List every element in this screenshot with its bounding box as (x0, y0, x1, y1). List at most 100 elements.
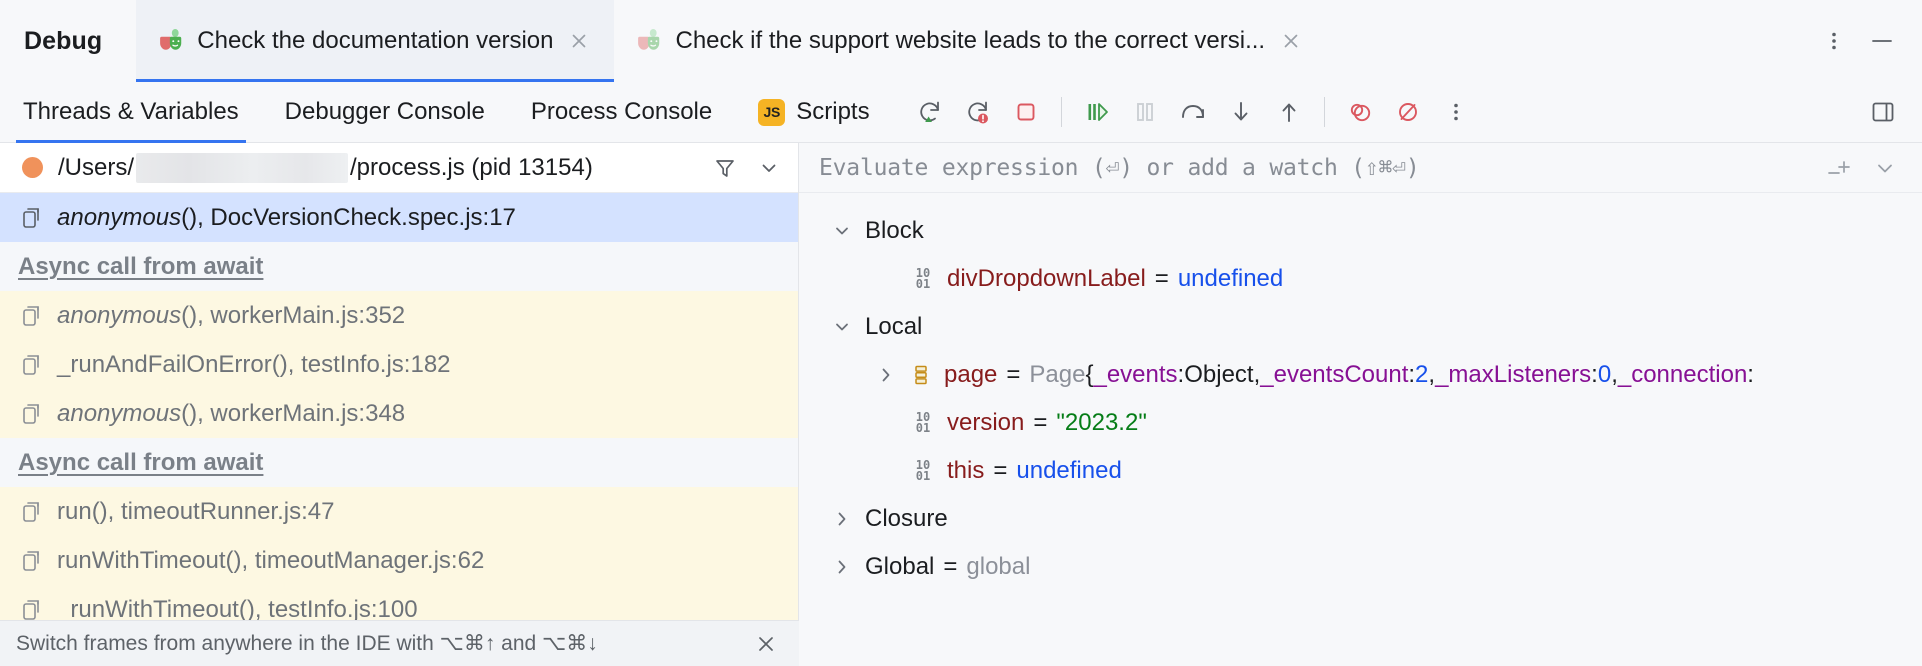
equals-sign: = (993, 457, 1007, 485)
frame-function: anonymous (57, 204, 181, 232)
variables-scope-local[interactable]: Local (799, 303, 1922, 351)
stack-frame-icon (20, 353, 44, 377)
tab-check-if-the-support-website-leads-to-the-correct-version[interactable]: Check if the support website leads to th… (614, 0, 1326, 82)
add-watch-icon[interactable] (1818, 147, 1860, 189)
hint-text: Switch frames from anywhere in the IDE w… (16, 631, 598, 656)
scope-label: Global (865, 553, 934, 581)
stack-frame-icon (20, 500, 44, 524)
frame-row[interactable]: runWithTimeout(), timeoutManager.js:62 (0, 536, 798, 585)
tab-threads-and-variables[interactable]: Threads & Variables (0, 82, 262, 143)
frame-row[interactable]: _runAndFailOnError(), testInfo.js:182 (0, 340, 798, 389)
frame-call: () (226, 547, 242, 575)
close-icon[interactable] (566, 28, 592, 54)
playwright-masks-icon (158, 28, 184, 54)
more-vertical-icon[interactable] (1433, 89, 1479, 135)
toolbar-separator (1061, 97, 1062, 127)
variables-tree[interactable]: Block 1001 divDropdownLabel = undefined … (799, 193, 1922, 666)
frame-row[interactable]: anonymous(), workerMain.js:348 (0, 389, 798, 438)
tab-debugger-console[interactable]: Debugger Console (262, 82, 508, 143)
variable-row-page[interactable]: page = Page {_events: Object, _eventsCou… (799, 351, 1922, 399)
frame-row[interactable]: anonymous(), DocVersionCheck.spec.js:17 (0, 193, 798, 242)
evaluate-expression-row[interactable]: Evaluate expression (⏎) or add a watch (… (799, 143, 1922, 193)
binary-value-icon: 1001 (909, 460, 937, 482)
variables-scope-global[interactable]: Global = global (799, 543, 1922, 591)
step-over-icon[interactable] (1170, 89, 1216, 135)
async-call-separator[interactable]: Async call from await (0, 438, 798, 487)
debug-action-buttons (907, 89, 1479, 135)
frame-function: anonymous (57, 400, 181, 428)
playwright-masks-icon (636, 28, 662, 54)
stop-icon[interactable] (1003, 89, 1049, 135)
binary-value-icon: 1001 (909, 268, 937, 290)
binary-value-icon: 1001 (909, 412, 937, 434)
async-call-label: Async call from await (18, 253, 263, 281)
variables-scope-closure[interactable]: Closure (799, 495, 1922, 543)
chevron-down-icon[interactable] (827, 216, 857, 246)
thread-selector[interactable]: /Users/ /process.js (pid 13154) (0, 143, 798, 193)
chevron-right-icon[interactable] (827, 552, 857, 582)
variable-value-part: : (1408, 361, 1415, 389)
variables-scope-block[interactable]: Block (799, 207, 1922, 255)
variable-row-version[interactable]: 1001 version = "2023.2" (799, 399, 1922, 447)
frame-location: , timeoutManager.js:62 (241, 547, 484, 575)
more-vertical-icon[interactable] (1812, 19, 1856, 63)
variable-name: page (944, 361, 997, 389)
variable-value-part: 0 (1598, 361, 1611, 389)
redacted-path-segment (136, 153, 348, 183)
frame-function: runWithTimeout (57, 547, 226, 575)
scope-label: Block (865, 217, 924, 245)
rerun-failed-icon[interactable] (955, 89, 1001, 135)
tab-scripts[interactable]: JS Scripts (735, 82, 892, 143)
mute-breakpoints-icon[interactable] (1337, 89, 1383, 135)
view-breakpoints-icon[interactable] (1385, 89, 1431, 135)
variable-value-part: _maxListeners (1435, 361, 1591, 389)
variable-value-part: : (1591, 361, 1598, 389)
variable-row-divdropdownlabel[interactable]: 1001 divDropdownLabel = undefined (799, 255, 1922, 303)
chevron-right-icon[interactable] (871, 360, 901, 390)
rerun-icon[interactable] (907, 89, 953, 135)
tab-label: Check if the support website leads to th… (675, 27, 1265, 55)
close-icon[interactable] (1278, 28, 1304, 54)
frame-function: anonymous (57, 302, 181, 330)
chevron-down-icon[interactable] (1864, 147, 1906, 189)
minimize-icon[interactable] (1860, 19, 1904, 63)
frame-row[interactable]: run(), timeoutRunner.js:47 (0, 487, 798, 536)
chevron-down-icon[interactable] (748, 147, 790, 189)
frame-function: _runAndFailOnError (57, 351, 272, 379)
variable-value-part: : (1178, 361, 1185, 389)
variable-value-part: Object (1184, 361, 1253, 389)
scope-label: Closure (865, 505, 948, 533)
async-call-separator[interactable]: Async call from await (0, 242, 798, 291)
chevron-right-icon[interactable] (827, 504, 857, 534)
close-icon[interactable] (751, 629, 781, 659)
variable-name: this (947, 457, 984, 485)
variable-value-part: Page (1029, 361, 1085, 389)
stack-frame-icon (20, 402, 44, 426)
chevron-down-icon[interactable] (827, 312, 857, 342)
frame-call: () (181, 302, 197, 330)
frames-panel: /Users/ /process.js (pid 13154) (0, 143, 799, 666)
step-into-icon[interactable] (1218, 89, 1264, 135)
frame-row[interactable]: anonymous(), workerMain.js:352 (0, 291, 798, 340)
tab-check-the-documentation-version[interactable]: Check the documentation version (136, 0, 614, 82)
frames-list[interactable]: anonymous(), DocVersionCheck.spec.js:17 … (0, 193, 798, 666)
equals-sign: = (943, 553, 957, 581)
variable-row-this[interactable]: 1001 this = undefined (799, 447, 1922, 495)
frame-call: () (272, 351, 288, 379)
stack-frame-icon (20, 598, 44, 622)
frame-call: () (92, 498, 108, 526)
resume-program-icon[interactable] (1074, 89, 1120, 135)
frame-location: , testInfo.js:182 (288, 351, 451, 379)
evaluate-expression-input[interactable]: Evaluate expression (⏎) or add a watch (… (819, 155, 1419, 181)
stack-frame-icon (20, 206, 44, 230)
step-out-icon[interactable] (1266, 89, 1312, 135)
frame-location: , DocVersionCheck.spec.js:17 (197, 204, 516, 232)
js-badge-icon: JS (758, 99, 785, 126)
tab-process-console[interactable]: Process Console (508, 82, 735, 143)
equals-sign: = (1155, 265, 1169, 293)
scope-label: Local (865, 313, 922, 341)
variable-value-part: _eventsCount (1260, 361, 1408, 389)
pause-program-icon[interactable] (1122, 89, 1168, 135)
layout-settings-icon[interactable] (1860, 89, 1906, 135)
filter-icon[interactable] (704, 147, 746, 189)
